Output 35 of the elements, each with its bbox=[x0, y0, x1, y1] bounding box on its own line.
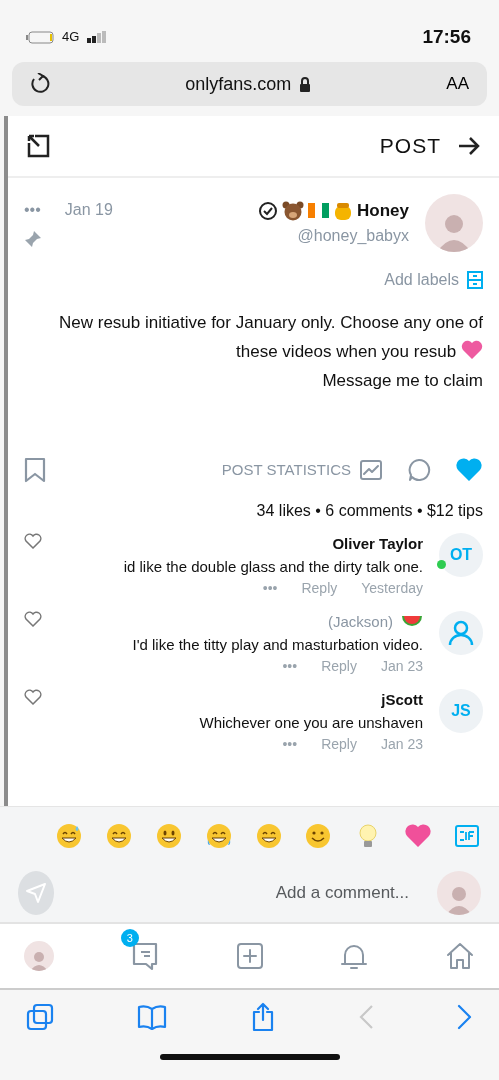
more-button[interactable]: ••• bbox=[282, 656, 298, 677]
page-title: POST bbox=[379, 133, 441, 160]
post-date: Jan 19 bbox=[64, 200, 113, 220]
network-label: 4G bbox=[62, 28, 80, 47]
comment-text: Whichever one you are unshaven bbox=[199, 712, 423, 733]
comment-text: I'd like the titty play and masturbation video. bbox=[132, 634, 423, 655]
comment-field[interactable]: Add a comment... bbox=[69, 874, 421, 912]
post-text: Message me to claim bbox=[321, 370, 483, 392]
author-name[interactable]: Honey bbox=[357, 198, 409, 224]
url-text: onlyfans.com bbox=[185, 72, 292, 96]
notification-badge: 3 bbox=[120, 929, 139, 947]
reply-link[interactable]: Reply bbox=[321, 734, 357, 755]
more-button[interactable]: ••• bbox=[262, 578, 278, 599]
commenter-name[interactable]: (Jackson) bbox=[327, 611, 393, 634]
comment-time: Yesterday bbox=[361, 579, 423, 598]
address-bar[interactable]: onlyfans.com AA bbox=[12, 62, 487, 106]
post-statistics-label: POST STATISTICS bbox=[221, 459, 351, 480]
post-statistics-button[interactable]: POST STATISTICS bbox=[221, 458, 383, 482]
commenter-name[interactable]: Oliver Taylor bbox=[332, 533, 423, 556]
post-stats: 34 likes • 6 comments • $12 tips bbox=[255, 501, 483, 521]
comment-text: id like the double glass and the dirty talk one. bbox=[123, 556, 423, 577]
author-handle: @honey_babyx bbox=[297, 225, 409, 246]
comment-time: Jan 23 bbox=[380, 657, 423, 676]
commenter-avatar[interactable]: OT bbox=[439, 533, 483, 577]
post-text: New resub initiative for January only. Choose any one of these videos when you resub bbox=[58, 312, 483, 363]
reply-link[interactable]: Reply bbox=[301, 578, 338, 599]
clock: 17:56 bbox=[422, 24, 471, 49]
comment-time: Jan 23 bbox=[380, 735, 423, 754]
commenter-avatar[interactable]: JS bbox=[439, 689, 483, 733]
text-size-button[interactable]: AA bbox=[446, 71, 469, 97]
reply-link[interactable]: Reply bbox=[321, 656, 357, 677]
more-button[interactable]: ••• bbox=[24, 198, 41, 222]
add-labels-button[interactable]: Add labels bbox=[384, 268, 459, 292]
commenter-name[interactable]: jScott bbox=[381, 689, 423, 712]
more-button[interactable]: ••• bbox=[282, 734, 298, 755]
